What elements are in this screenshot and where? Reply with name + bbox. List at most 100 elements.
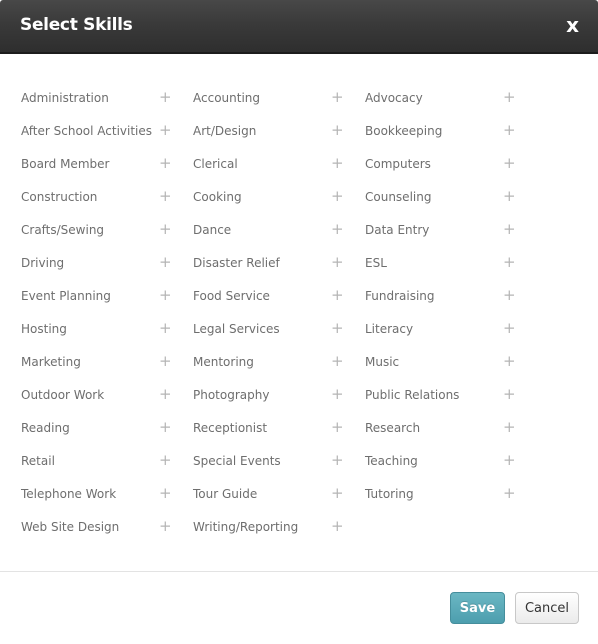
plus-icon[interactable]: + <box>331 517 344 535</box>
plus-icon[interactable]: + <box>331 352 344 370</box>
skill-item[interactable]: Construction + <box>21 187 193 220</box>
plus-icon[interactable]: + <box>159 451 172 469</box>
skill-item[interactable]: Counseling + <box>365 187 537 220</box>
skill-item[interactable]: Literacy + <box>365 319 537 352</box>
skill-item[interactable]: Writing/Reporting + <box>193 517 365 550</box>
skill-label: ESL <box>365 256 387 270</box>
skill-label: Retail <box>21 454 55 468</box>
skill-label: Board Member <box>21 157 110 171</box>
skill-item[interactable]: Art/Design + <box>193 121 365 154</box>
plus-icon[interactable]: + <box>503 352 516 370</box>
plus-icon[interactable]: + <box>159 88 172 106</box>
plus-icon[interactable]: + <box>159 286 172 304</box>
skill-item[interactable]: Photography + <box>193 385 365 418</box>
skill-item[interactable]: Food Service + <box>193 286 365 319</box>
plus-icon[interactable]: + <box>159 319 172 337</box>
plus-icon[interactable]: + <box>331 88 344 106</box>
skill-item[interactable]: Computers + <box>365 154 537 187</box>
plus-icon[interactable]: + <box>159 517 172 535</box>
skill-label: Crafts/Sewing <box>21 223 105 237</box>
cancel-button[interactable]: Cancel <box>515 592 579 624</box>
close-button[interactable]: x <box>566 13 579 37</box>
skill-item[interactable]: Teaching + <box>365 451 537 484</box>
skill-label: Dance <box>193 223 232 237</box>
plus-icon[interactable]: + <box>503 484 516 502</box>
skill-item[interactable]: Reading + <box>21 418 193 451</box>
plus-icon[interactable]: + <box>159 121 172 139</box>
skill-item[interactable]: Public Relations + <box>365 385 537 418</box>
skill-item[interactable]: Disaster Relief + <box>193 253 365 286</box>
skill-label: Counseling <box>365 190 432 204</box>
skill-item[interactable]: Dance + <box>193 220 365 253</box>
skill-item[interactable]: Hosting + <box>21 319 193 352</box>
skill-item[interactable]: Tutoring + <box>365 484 537 517</box>
plus-icon[interactable]: + <box>331 418 344 436</box>
skill-item[interactable]: Research + <box>365 418 537 451</box>
skill-item[interactable]: ESL + <box>365 253 537 286</box>
save-button[interactable]: Save <box>450 592 505 624</box>
skill-item[interactable]: Bookkeeping + <box>365 121 537 154</box>
plus-icon[interactable]: + <box>159 484 172 502</box>
plus-icon[interactable]: + <box>159 187 172 205</box>
plus-icon[interactable]: + <box>159 385 172 403</box>
skill-item[interactable]: Outdoor Work + <box>21 385 193 418</box>
skill-label: Bookkeeping <box>365 124 443 138</box>
skill-label: Public Relations <box>365 388 460 402</box>
plus-icon[interactable]: + <box>331 484 344 502</box>
skill-item[interactable]: Web Site Design + <box>21 517 193 550</box>
skill-item[interactable]: Board Member + <box>21 154 193 187</box>
skill-label: Data Entry <box>365 223 430 237</box>
skill-item[interactable]: Data Entry + <box>365 220 537 253</box>
plus-icon[interactable]: + <box>331 220 344 238</box>
plus-icon[interactable]: + <box>331 319 344 337</box>
skill-item[interactable]: Legal Services + <box>193 319 365 352</box>
plus-icon[interactable]: + <box>159 220 172 238</box>
skill-label: Construction <box>21 190 98 204</box>
plus-icon[interactable]: + <box>503 187 516 205</box>
plus-icon[interactable]: + <box>159 418 172 436</box>
skill-item[interactable]: Receptionist + <box>193 418 365 451</box>
plus-icon[interactable]: + <box>503 154 516 172</box>
plus-icon[interactable]: + <box>331 154 344 172</box>
plus-icon[interactable]: + <box>331 187 344 205</box>
skill-label: Accounting <box>193 91 261 105</box>
skill-label: Art/Design <box>193 124 257 138</box>
skill-label: Food Service <box>193 289 270 303</box>
plus-icon[interactable]: + <box>503 319 516 337</box>
plus-icon[interactable]: + <box>159 253 172 271</box>
skill-item[interactable]: Crafts/Sewing + <box>21 220 193 253</box>
skill-item[interactable]: Driving + <box>21 253 193 286</box>
plus-icon[interactable]: + <box>503 121 516 139</box>
plus-icon[interactable]: + <box>159 154 172 172</box>
skill-item[interactable]: After School Activities + <box>21 121 193 154</box>
plus-icon[interactable]: + <box>503 88 516 106</box>
skill-item[interactable]: Clerical + <box>193 154 365 187</box>
skill-label: Clerical <box>193 157 238 171</box>
skill-item[interactable]: Music + <box>365 352 537 385</box>
plus-icon[interactable]: + <box>331 385 344 403</box>
skill-item[interactable]: Accounting + <box>193 88 365 121</box>
skill-item[interactable]: Special Events + <box>193 451 365 484</box>
plus-icon[interactable]: + <box>331 451 344 469</box>
skill-item[interactable]: Mentoring + <box>193 352 365 385</box>
plus-icon[interactable]: + <box>159 352 172 370</box>
plus-icon[interactable]: + <box>503 286 516 304</box>
plus-icon[interactable]: + <box>503 418 516 436</box>
skill-item[interactable]: Marketing + <box>21 352 193 385</box>
skill-item[interactable]: Fundraising + <box>365 286 537 319</box>
skill-item[interactable]: Cooking + <box>193 187 365 220</box>
skill-item[interactable]: Administration + <box>21 88 193 121</box>
skill-item[interactable]: Tour Guide + <box>193 484 365 517</box>
plus-icon[interactable]: + <box>331 253 344 271</box>
skill-item[interactable]: Retail + <box>21 451 193 484</box>
plus-icon[interactable]: + <box>503 385 516 403</box>
skill-item[interactable]: Telephone Work + <box>21 484 193 517</box>
skill-item[interactable]: Event Planning + <box>21 286 193 319</box>
dialog-title: Select Skills <box>20 15 133 35</box>
plus-icon[interactable]: + <box>503 451 516 469</box>
plus-icon[interactable]: + <box>503 220 516 238</box>
plus-icon[interactable]: + <box>331 286 344 304</box>
plus-icon[interactable]: + <box>331 121 344 139</box>
plus-icon[interactable]: + <box>503 253 516 271</box>
skill-item[interactable]: Advocacy + <box>365 88 537 121</box>
